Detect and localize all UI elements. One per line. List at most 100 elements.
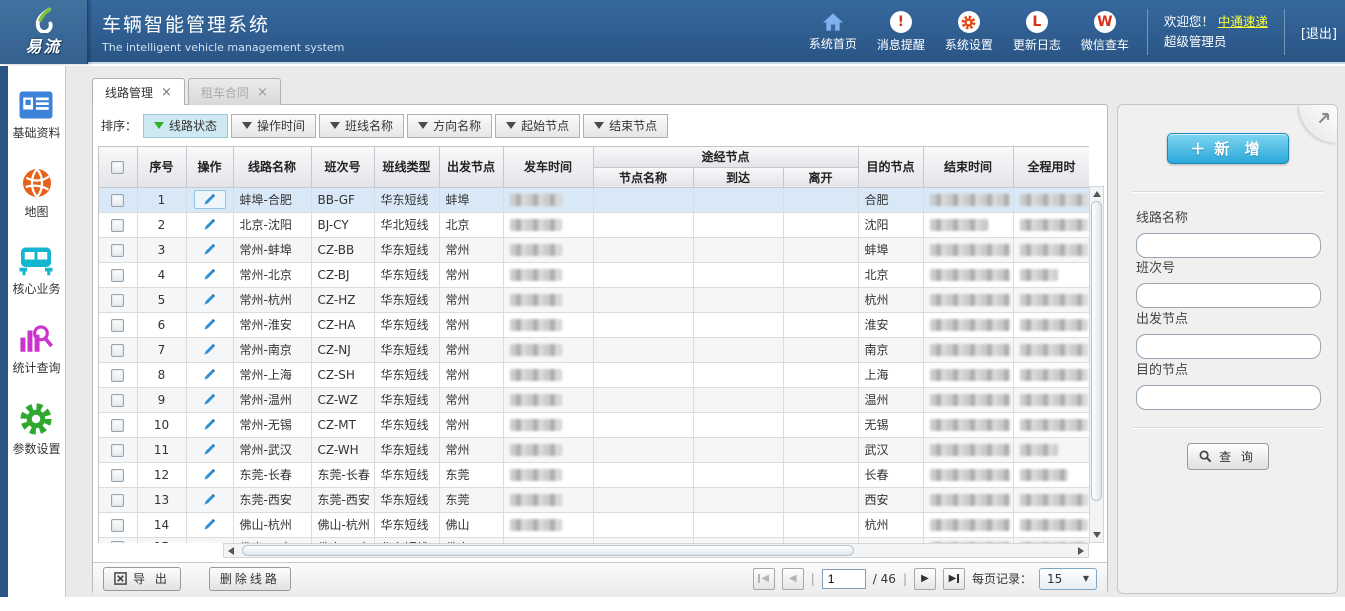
- prev-page-button[interactable]: ◀: [782, 568, 804, 590]
- edit-button[interactable]: [194, 440, 226, 459]
- sidebar-item-map[interactable]: 地图: [21, 167, 53, 220]
- table-row[interactable]: 13 东莞-西安 东莞-西安 华东短线 东莞: [99, 487, 1089, 512]
- row-checkbox[interactable]: [111, 469, 124, 482]
- table-row[interactable]: 10 常州-无锡 CZ-MT 华东短线 常州: [99, 412, 1089, 437]
- edit-button[interactable]: [194, 190, 226, 209]
- horizontal-scrollbar[interactable]: [223, 543, 1089, 558]
- next-page-button[interactable]: ▶: [914, 568, 936, 590]
- table-row[interactable]: 8 常州-上海 CZ-SH 华东短线 常州: [99, 362, 1089, 387]
- sort-line-name[interactable]: 班线名称: [319, 114, 404, 138]
- sidebar-item-basic-data[interactable]: 基础资料: [12, 90, 60, 141]
- scroll-left-icon[interactable]: [228, 547, 234, 555]
- edit-button[interactable]: [194, 265, 226, 284]
- table-row[interactable]: 4 常州-北京 CZ-BJ 华东短线 常州: [99, 262, 1089, 287]
- row-checkbox[interactable]: [111, 394, 124, 407]
- row-checkbox[interactable]: [111, 494, 124, 507]
- row-checkbox[interactable]: [111, 219, 124, 232]
- scroll-up-icon[interactable]: [1093, 191, 1101, 197]
- collapse-corner-button[interactable]: [1299, 105, 1337, 143]
- row-checkbox[interactable]: [111, 444, 124, 457]
- row-checkbox[interactable]: [111, 269, 124, 282]
- table-row[interactable]: 6 常州-淮安 CZ-HA 华东短线 常州: [99, 312, 1089, 337]
- sidebar-item-statistics[interactable]: 统计查询: [12, 323, 60, 376]
- first-page-button[interactable]: ◀: [753, 568, 775, 590]
- route-name-input[interactable]: [1136, 233, 1321, 258]
- edit-button[interactable]: [194, 315, 226, 334]
- table-row[interactable]: 7 常州-南京 CZ-NJ 华东短线 常州: [99, 337, 1089, 362]
- sort-end-node[interactable]: 结束节点: [583, 114, 668, 138]
- edit-button[interactable]: [194, 490, 226, 509]
- page-number-input[interactable]: [822, 569, 866, 589]
- edit-button[interactable]: [194, 515, 226, 534]
- nav-messages[interactable]: ! 消息提醒: [875, 11, 927, 53]
- table-row[interactable]: 12 东莞-长春 东莞-长春 华东短线 东莞: [99, 462, 1089, 487]
- row-checkbox[interactable]: [111, 541, 124, 543]
- pencil-icon: [203, 218, 216, 231]
- edit-button[interactable]: [194, 340, 226, 359]
- nav-wechat[interactable]: W 微信查车: [1079, 11, 1131, 53]
- sort-direction-name[interactable]: 方向名称: [407, 114, 492, 138]
- select-all-checkbox[interactable]: [111, 161, 124, 174]
- nav-settings[interactable]: 系统设置: [943, 11, 995, 53]
- delete-route-button[interactable]: 删除线路: [209, 567, 291, 591]
- nav-label: 系统首页: [809, 35, 857, 52]
- sort-operation-time[interactable]: 操作时间: [231, 114, 316, 138]
- row-checkbox[interactable]: [111, 194, 124, 207]
- row-checkbox[interactable]: [111, 419, 124, 432]
- add-route-button[interactable]: ＋ 新 增: [1167, 133, 1289, 164]
- query-button[interactable]: 查 询: [1187, 443, 1269, 470]
- table-header: 序号 操作 线路名称 班次号 班线类型 出发节点 发车时间 途经节点 目的节点 …: [99, 147, 1089, 187]
- row-checkbox[interactable]: [111, 344, 124, 357]
- scroll-right-icon[interactable]: [1078, 547, 1084, 555]
- row-end-time: [923, 212, 1013, 237]
- edit-button[interactable]: [194, 390, 226, 409]
- table-row[interactable]: 5 常州-杭州 CZ-HZ 华东短线 常州: [99, 287, 1089, 312]
- row-arrive: [693, 262, 783, 287]
- sidebar-item-core-business[interactable]: 核心业务: [12, 246, 60, 297]
- logout-button[interactable]: [退出]: [1301, 23, 1337, 42]
- row-route: 北京-沈阳: [233, 212, 311, 237]
- edit-button[interactable]: [194, 290, 226, 309]
- per-page-select[interactable]: 15 ▼: [1039, 568, 1097, 590]
- nav-home[interactable]: 系统首页: [807, 12, 859, 52]
- table-row[interactable]: 3 常州-蚌埠 CZ-BB 华东短线 常州: [99, 237, 1089, 262]
- edit-button[interactable]: [194, 538, 226, 544]
- sort-start-node[interactable]: 起始节点: [495, 114, 580, 138]
- close-icon[interactable]: ×: [161, 85, 172, 100]
- edit-button[interactable]: [194, 465, 226, 484]
- redacted-value: [1020, 194, 1088, 206]
- row-checkbox[interactable]: [111, 319, 124, 332]
- table-row[interactable]: 1 蚌埠-合肥 BB-GF 华东短线 蚌埠: [99, 187, 1089, 212]
- row-checkbox[interactable]: [111, 519, 124, 532]
- edit-button[interactable]: [194, 215, 226, 234]
- vertical-scrollbar-thumb[interactable]: [1091, 201, 1102, 501]
- dest-node-input[interactable]: [1136, 385, 1321, 410]
- edit-button[interactable]: [194, 365, 226, 384]
- table-row[interactable]: 11 常州-武汉 CZ-WH 华东短线 常州: [99, 437, 1089, 462]
- nav-changelog[interactable]: L 更新日志: [1011, 11, 1063, 53]
- sort-route-status[interactable]: 线路状态: [143, 114, 228, 138]
- scroll-down-icon[interactable]: [1093, 532, 1101, 538]
- table-row[interactable]: 9 常州-温州 CZ-WZ 华东短线 常州: [99, 387, 1089, 412]
- export-button[interactable]: 导 出: [103, 567, 181, 591]
- row-checkbox[interactable]: [111, 244, 124, 257]
- depart-node-input[interactable]: [1136, 334, 1321, 359]
- row-shift: CZ-HZ: [311, 287, 374, 312]
- vertical-scrollbar[interactable]: [1089, 186, 1104, 543]
- company-link[interactable]: 中通速递: [1218, 14, 1268, 29]
- table-row[interactable]: 2 北京-沈阳 BJ-CY 华北短线 北京: [99, 212, 1089, 237]
- shift-no-input[interactable]: [1136, 283, 1321, 308]
- horizontal-scrollbar-thumb[interactable]: [242, 545, 854, 556]
- last-page-button[interactable]: ▶: [943, 568, 965, 590]
- table-row[interactable]: 14 佛山-杭州 佛山-杭州 华东短线 佛山: [99, 512, 1089, 537]
- tab-route-management[interactable]: 线路管理 ×: [92, 78, 185, 105]
- row-leave: [783, 437, 858, 462]
- row-seq: 5: [137, 287, 186, 312]
- sidebar-item-parameters[interactable]: 参数设置: [12, 402, 60, 457]
- edit-button[interactable]: [194, 240, 226, 259]
- row-checkbox[interactable]: [111, 369, 124, 382]
- edit-button[interactable]: [194, 415, 226, 434]
- row-checkbox[interactable]: [111, 294, 124, 307]
- close-icon[interactable]: ×: [257, 85, 268, 100]
- tab-rental-contract[interactable]: 租车合同 ×: [188, 78, 281, 105]
